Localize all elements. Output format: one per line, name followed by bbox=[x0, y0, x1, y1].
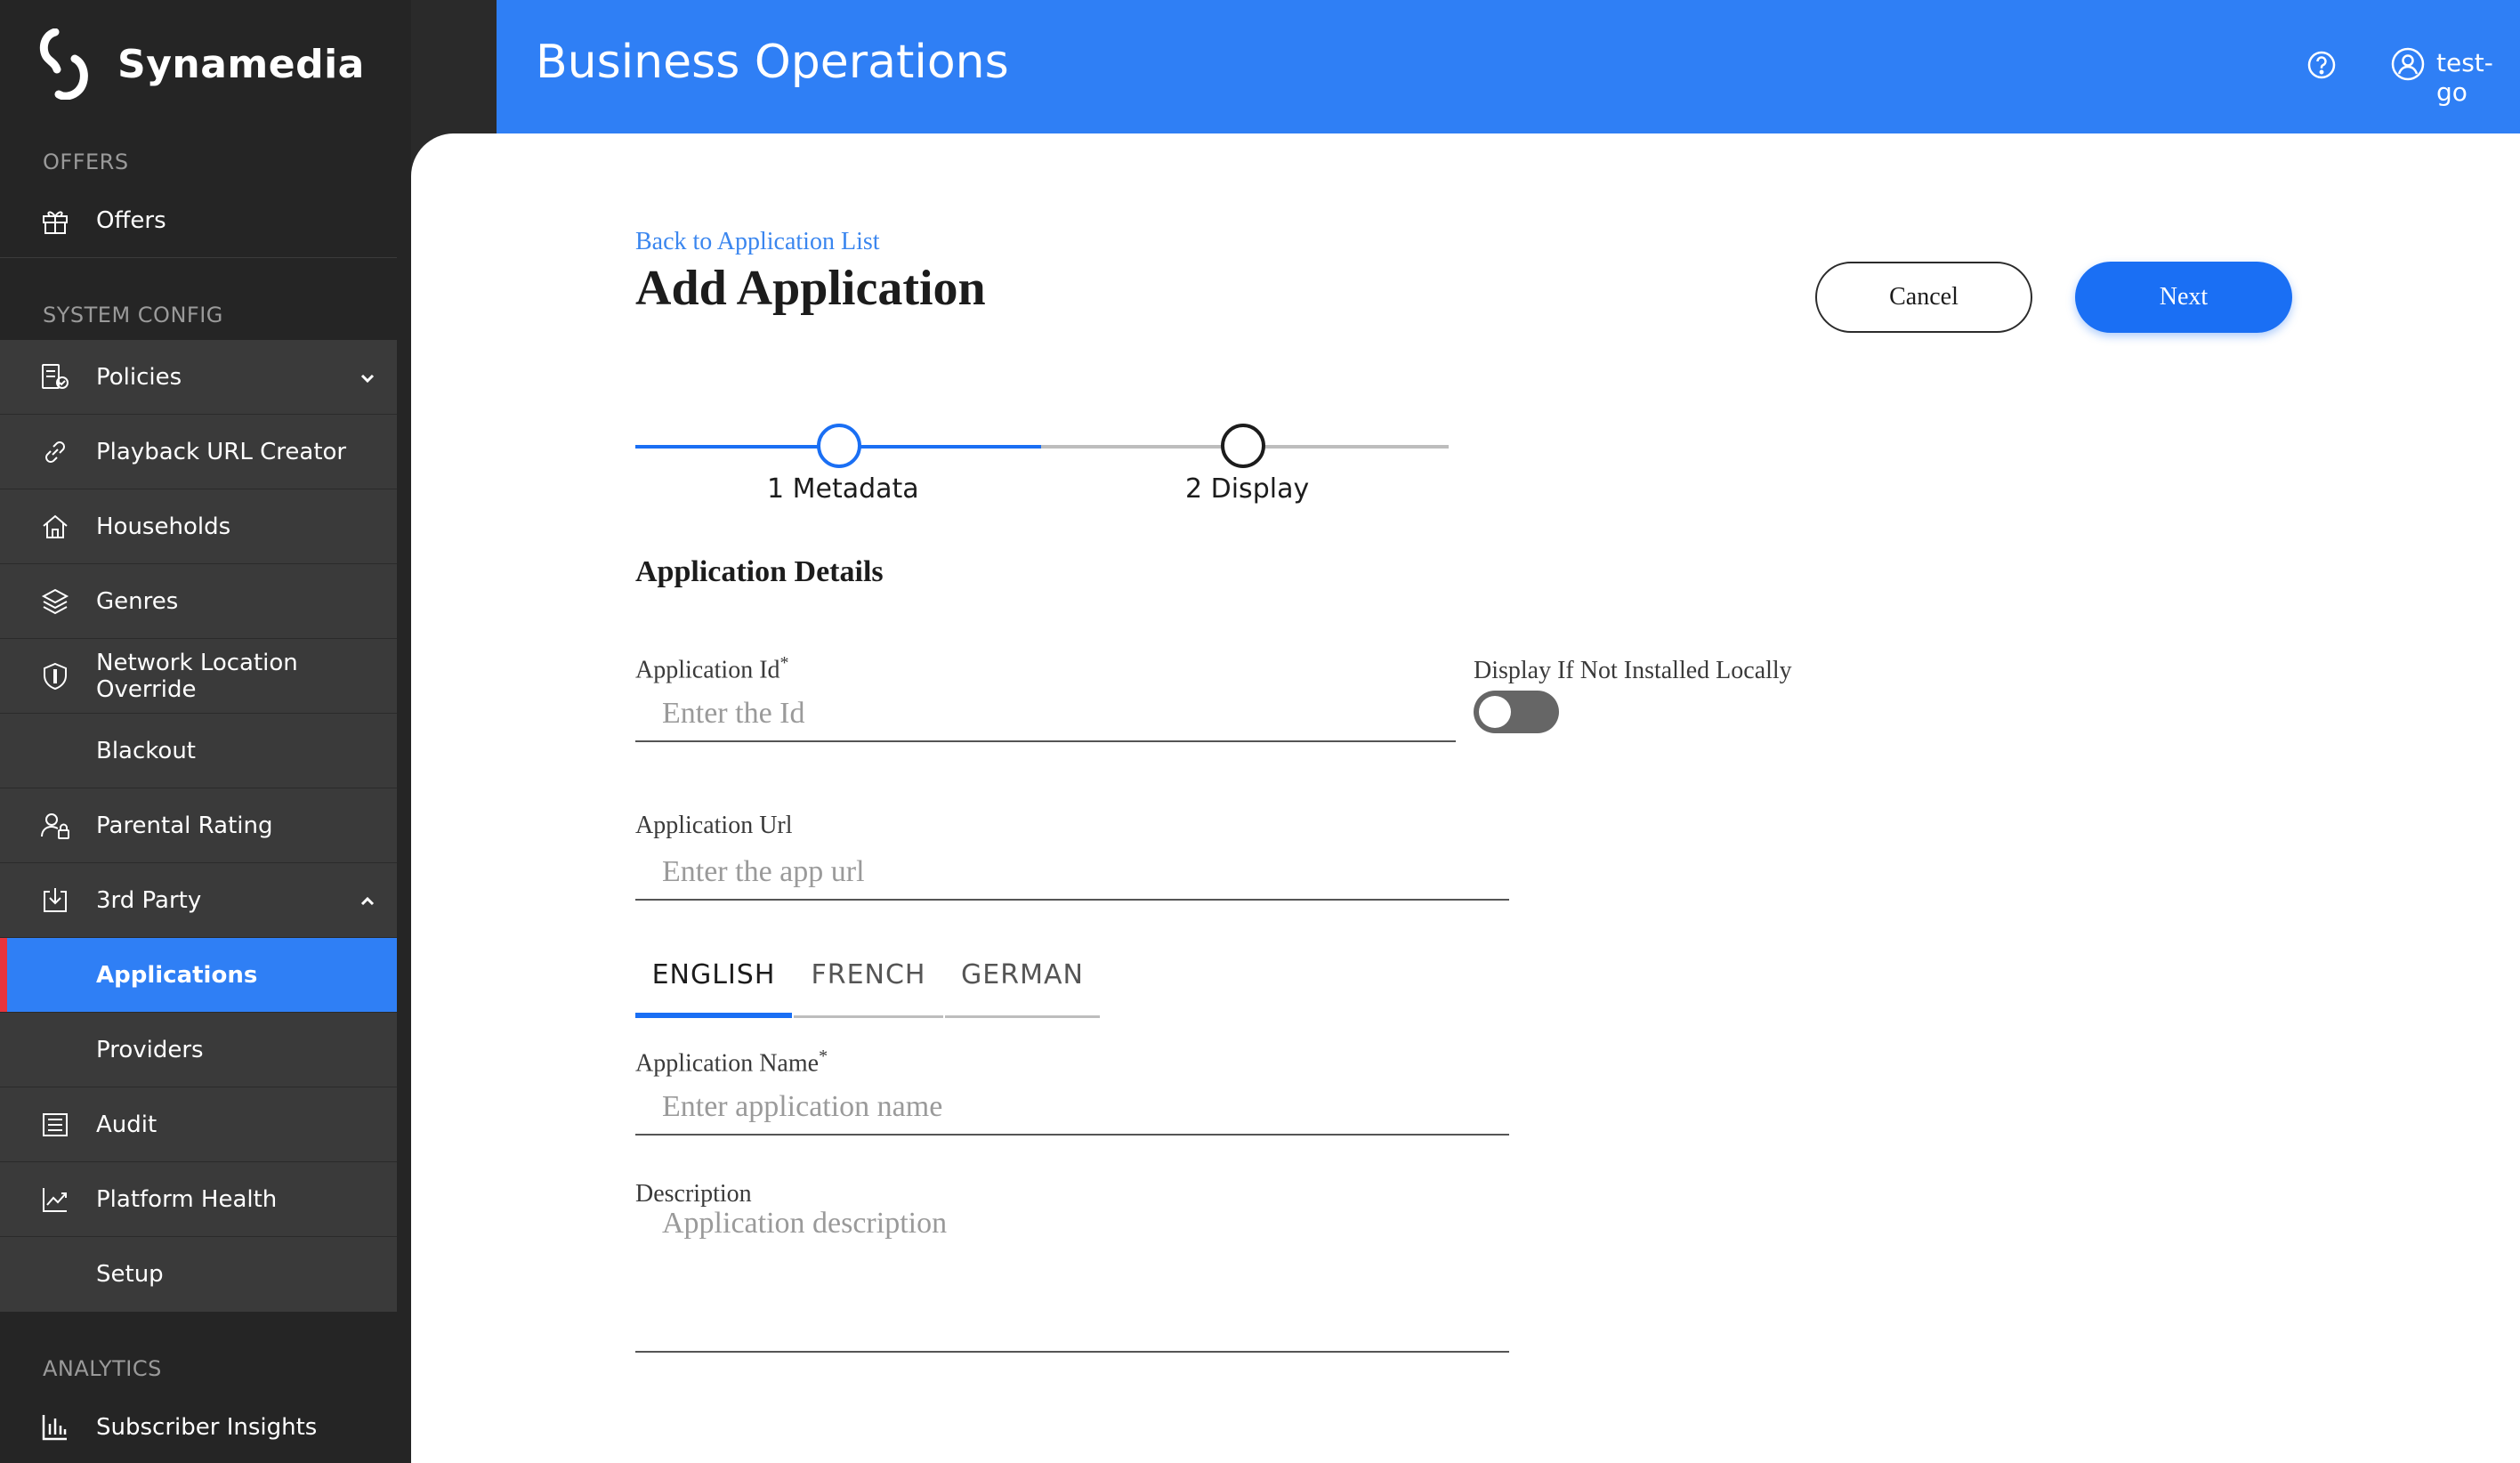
required-mark: * bbox=[819, 1047, 828, 1066]
app-name-input[interactable] bbox=[635, 1080, 1509, 1136]
page-title: Add Application bbox=[635, 261, 986, 316]
header-title: Business Operations bbox=[536, 36, 1009, 89]
sidebar-item-label: Audit bbox=[96, 1111, 158, 1138]
sidebar-item-offers[interactable]: Offers bbox=[0, 183, 397, 258]
sidebar-item-label: Offers bbox=[96, 206, 166, 234]
sidebar-item-blackout[interactable]: Blackout bbox=[0, 714, 397, 788]
sidebar-item-genres[interactable]: Genres bbox=[0, 564, 397, 639]
gift-icon bbox=[39, 205, 71, 237]
sidebar-item-platform-health[interactable]: Platform Health bbox=[0, 1162, 397, 1237]
description-textarea[interactable] bbox=[635, 1207, 1509, 1353]
sidebar-item-label: Platform Health bbox=[96, 1185, 278, 1213]
display-if-not-installed-label: Display If Not Installed Locally bbox=[1474, 657, 1792, 684]
sidebar-item-label: Genres bbox=[96, 587, 179, 615]
shield-icon bbox=[39, 660, 71, 692]
tab-underline bbox=[945, 1015, 1100, 1018]
app-url-input[interactable] bbox=[635, 845, 1509, 901]
layers-icon bbox=[39, 586, 71, 618]
top-header: Business Operations test-go bbox=[497, 0, 2520, 133]
sidebar-item-playback-url-creator[interactable]: Playback URL Creator bbox=[0, 415, 397, 489]
list-icon bbox=[39, 1109, 71, 1141]
brand-logo[interactable]: Synamedia bbox=[39, 27, 365, 101]
sidebar-item-households[interactable]: Households bbox=[0, 489, 397, 564]
display-if-not-installed-toggle[interactable] bbox=[1474, 691, 1559, 733]
step-2-marker[interactable] bbox=[1221, 424, 1265, 468]
sidebar-item-label: 3rd Party bbox=[96, 886, 202, 914]
step-1-label: 1 Metadata bbox=[767, 473, 919, 505]
tab-label: ENGLISH bbox=[651, 959, 776, 990]
sidebar-item-policies[interactable]: Policies bbox=[0, 340, 397, 415]
sidebar-item-audit[interactable]: Audit bbox=[0, 1087, 397, 1162]
app-id-label: Application Id* bbox=[635, 653, 789, 684]
user-avatar-icon[interactable] bbox=[2390, 46, 2426, 82]
sidebar-item-label: Subscriber Insights bbox=[96, 1414, 318, 1441]
chevron-up-icon bbox=[358, 891, 377, 910]
app-id-label-text: Application Id bbox=[635, 656, 780, 684]
sidebar-item-label: Setup bbox=[96, 1261, 164, 1288]
cancel-button[interactable]: Cancel bbox=[1815, 262, 2032, 333]
synamedia-logo-icon bbox=[39, 28, 88, 100]
tab-german[interactable]: GERMAN bbox=[945, 950, 1100, 1018]
sidebar-item-subscriber-insights[interactable]: Subscriber Insights bbox=[0, 1390, 397, 1463]
trend-chart-icon bbox=[39, 1184, 71, 1216]
section-system-config: SYSTEM CONFIG bbox=[43, 303, 223, 327]
user-lock-icon bbox=[39, 810, 71, 842]
sidebar-item-applications[interactable]: Applications bbox=[0, 938, 397, 1013]
step-2-label: 2 Display bbox=[1185, 473, 1310, 505]
section-analytics: ANALYTICS bbox=[43, 1356, 162, 1381]
home-icon bbox=[39, 511, 71, 543]
sidebar-item-label: Households bbox=[96, 513, 231, 540]
sidebar-item-network-location-override[interactable]: Network Location Override bbox=[0, 639, 397, 714]
step-1-marker[interactable] bbox=[817, 424, 861, 468]
user-name[interactable]: test-go bbox=[2436, 48, 2520, 107]
toggle-knob bbox=[1479, 696, 1511, 728]
tab-underline bbox=[635, 1013, 792, 1018]
required-mark: * bbox=[779, 653, 789, 673]
app-id-input[interactable] bbox=[635, 687, 1456, 742]
sidebar-item-parental-rating[interactable]: Parental Rating bbox=[0, 788, 397, 863]
sidebar-item-setup[interactable]: Setup bbox=[0, 1237, 397, 1312]
sidebar-item-label: Blackout bbox=[96, 737, 196, 764]
tab-underline bbox=[794, 1015, 943, 1018]
sidebar-item-label: Policies bbox=[96, 363, 182, 391]
description-label: Description bbox=[635, 1180, 752, 1208]
back-to-list-link[interactable]: Back to Application List bbox=[635, 228, 880, 256]
bar-chart-icon bbox=[39, 1411, 71, 1443]
system-config-group: Policies Playback URL Creator Households… bbox=[0, 340, 397, 1312]
next-button[interactable]: Next bbox=[2075, 262, 2292, 333]
app-name-label-text: Application Name bbox=[635, 1049, 820, 1078]
section-offers: OFFERS bbox=[43, 150, 129, 174]
tab-label: FRENCH bbox=[811, 959, 926, 990]
sidebar-item-label: Applications bbox=[96, 961, 258, 989]
sidebar-item-label: Playback URL Creator bbox=[96, 438, 347, 465]
sidebar-item-providers[interactable]: Providers bbox=[0, 1013, 397, 1087]
sidebar-item-3rd-party[interactable]: 3rd Party bbox=[0, 863, 397, 938]
download-box-icon bbox=[39, 885, 71, 917]
tab-french[interactable]: FRENCH bbox=[794, 950, 943, 1018]
sidebar-item-label: Parental Rating bbox=[96, 812, 273, 839]
link-icon bbox=[39, 436, 71, 468]
brand-name: Synamedia bbox=[117, 41, 365, 87]
tab-english[interactable]: ENGLISH bbox=[635, 950, 792, 1018]
sidebar-item-label: Providers bbox=[96, 1036, 204, 1063]
sidebar-item-label: Network Location Override bbox=[96, 649, 298, 703]
app-url-label: Application Url bbox=[635, 812, 793, 839]
sidebar: Synamedia OFFERS Offers SYSTEM CONFIG Po… bbox=[0, 0, 411, 1463]
application-details-heading: Application Details bbox=[635, 555, 884, 588]
tab-label: GERMAN bbox=[961, 959, 1084, 990]
chevron-down-icon bbox=[358, 368, 377, 387]
policy-icon bbox=[39, 361, 71, 393]
help-icon[interactable] bbox=[2306, 50, 2337, 80]
stepper: 1 Metadata 2 Display bbox=[635, 418, 1449, 516]
app-name-label: Application Name* bbox=[635, 1047, 828, 1078]
